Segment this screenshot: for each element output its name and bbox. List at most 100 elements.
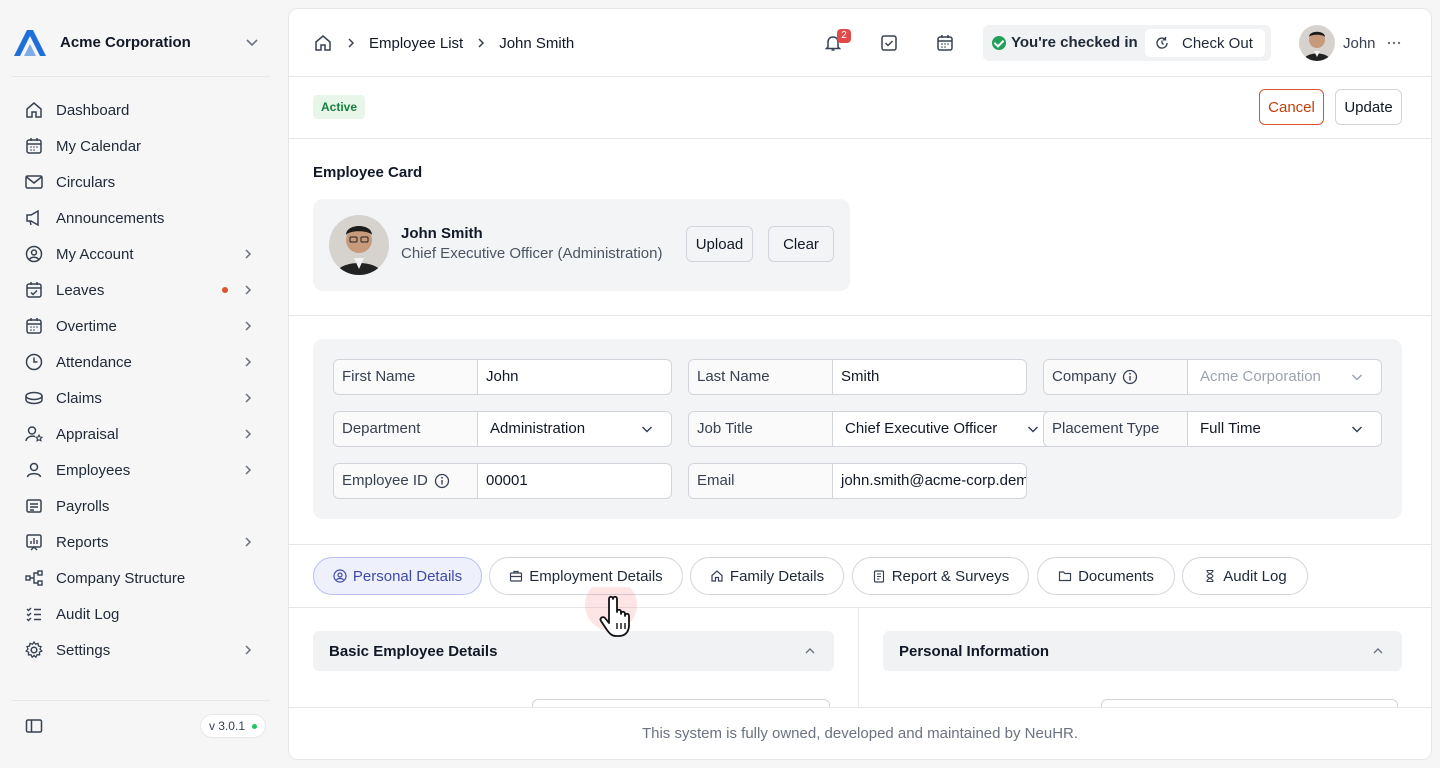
- sidebar-item-overtime[interactable]: Overtime: [12, 308, 270, 344]
- footer-text: This system is fully owned, developed an…: [641, 725, 1079, 742]
- clear-photo-button[interactable]: Clear: [768, 226, 834, 262]
- chevron-right-icon: [245, 393, 252, 403]
- mail-icon: [25, 175, 43, 189]
- job-title-value: Chief Executive Officer: [845, 420, 998, 437]
- department-select[interactable]: Administration: [478, 412, 671, 446]
- gear-icon: [25, 640, 43, 659]
- company-logo-icon: [14, 30, 46, 56]
- sidebar-item-label: My Calendar: [56, 137, 142, 155]
- check-out-button[interactable]: Check Out: [1145, 29, 1265, 57]
- sidebar-item-settings[interactable]: Settings: [12, 632, 270, 668]
- home-icon[interactable]: [313, 33, 333, 53]
- version-label: v 3.0.1: [208, 719, 245, 733]
- chevron-down-icon: [641, 426, 653, 433]
- chevron-right-icon: [245, 357, 252, 367]
- section-title: Basic Employee Details: [329, 642, 498, 660]
- check-circle-icon: [992, 36, 1006, 50]
- chevron-down-icon: [1027, 426, 1039, 433]
- info-icon[interactable]: [434, 473, 450, 489]
- placement-type-field: Placement Type Full Time: [1043, 411, 1382, 447]
- notification-dot: [222, 287, 228, 293]
- sidebar-item-attendance[interactable]: Attendance: [12, 344, 270, 380]
- chevron-down-icon[interactable]: [242, 32, 262, 52]
- check-out-label: Check Out: [1182, 34, 1253, 52]
- home-icon: [26, 102, 42, 118]
- clock-icon: [25, 353, 43, 371]
- first-name-field: First Name John: [333, 359, 672, 395]
- list-check-icon: [26, 607, 41, 622]
- placement-type-select[interactable]: Full Time: [1188, 412, 1381, 446]
- sidebar-toggle-icon[interactable]: [24, 716, 44, 736]
- chevron-up-icon: [1373, 648, 1383, 654]
- chevron-right-icon: [245, 645, 252, 655]
- last-name-field: Last Name Smith: [688, 359, 1027, 395]
- company-label: Company: [1052, 368, 1117, 385]
- last-name-input[interactable]: Smith: [833, 360, 1026, 394]
- company-label-wrap: Company: [1044, 360, 1188, 394]
- sidebar-item-announcements[interactable]: Announcements: [12, 200, 270, 236]
- sidebar-item-label: Claims: [56, 389, 102, 407]
- cancel-button[interactable]: Cancel: [1259, 89, 1324, 125]
- tab-family-details[interactable]: Family Details: [690, 557, 844, 595]
- main-panel: Employee List John Smith 2 You're checke…: [288, 8, 1432, 760]
- employee-id-input[interactable]: 00001: [478, 464, 671, 498]
- breadcrumb-employee-list[interactable]: Employee List: [369, 35, 463, 52]
- sidebar-item-appraisal[interactable]: Appraisal: [12, 416, 270, 452]
- department-field: Department Administration: [333, 411, 672, 447]
- sidebar-item-label: Overtime: [56, 317, 117, 335]
- tab-documents[interactable]: Documents: [1037, 557, 1175, 595]
- calendar-icon: [26, 138, 42, 154]
- email-input[interactable]: john.smith@acme-corp.demo: [833, 464, 1026, 498]
- sidebar-item-label: Attendance: [56, 353, 132, 371]
- employee-id-field: Employee ID 00001: [333, 463, 672, 499]
- sidebar-item-leaves[interactable]: Leaves: [12, 272, 270, 308]
- sidebar-item-my-calendar[interactable]: My Calendar: [12, 128, 270, 164]
- upload-photo-button[interactable]: Upload: [686, 226, 753, 262]
- organization-name: Acme Corporation: [60, 33, 191, 51]
- sidebar-item-payrolls[interactable]: Payrolls: [12, 488, 270, 524]
- user-name: John: [1343, 34, 1376, 52]
- sidebar-item-circulars[interactable]: Circulars: [12, 164, 270, 200]
- status-badge: Active: [313, 95, 366, 119]
- info-icon[interactable]: [1122, 369, 1138, 385]
- tab-report-surveys[interactable]: Report & Surveys: [852, 557, 1029, 595]
- sidebar-item-label: Announcements: [56, 209, 165, 227]
- sidebar-item-company-structure[interactable]: Company Structure: [12, 560, 270, 596]
- sidebar-item-label: Company Structure: [56, 569, 186, 587]
- sidebar-item-label: Reports: [56, 533, 109, 551]
- divider: [12, 76, 270, 77]
- more-horizontal-icon[interactable]: [1386, 35, 1402, 51]
- sidebar-item-label: Audit Log: [56, 605, 120, 623]
- first-name-input[interactable]: John: [478, 360, 671, 394]
- chevron-right-icon: [245, 249, 252, 259]
- tab-audit-log[interactable]: Audit Log: [1182, 557, 1308, 595]
- sidebar-item-dashboard[interactable]: Dashboard: [12, 92, 270, 128]
- task-check-icon[interactable]: [879, 33, 899, 53]
- calendar-icon[interactable]: [935, 33, 955, 53]
- breadcrumb: Employee List John Smith: [313, 31, 574, 55]
- organization-switcher[interactable]: Acme Corporation: [12, 24, 270, 60]
- update-button[interactable]: Update: [1335, 89, 1402, 125]
- job-title-select[interactable]: Chief Executive Officer: [833, 412, 1057, 446]
- job-title-label: Job Title: [689, 412, 833, 446]
- chevron-right-icon: [245, 321, 252, 331]
- footer: This system is fully owned, developed an…: [289, 707, 1431, 759]
- basic-employee-details-header[interactable]: Basic Employee Details: [313, 631, 834, 671]
- sidebar-item-employees[interactable]: Employees: [12, 452, 270, 488]
- sidebar-item-my-account[interactable]: My Account: [12, 236, 270, 272]
- employee-card-title: Employee Card: [313, 164, 423, 181]
- hourglass-icon: [1206, 569, 1214, 583]
- checkin-status-panel: You're checked in Check Out: [983, 25, 1271, 61]
- sidebar-item-audit-log[interactable]: Audit Log: [12, 596, 270, 632]
- chevron-right-icon: [245, 429, 252, 439]
- department-label: Department: [334, 412, 478, 446]
- sidebar-item-label: Dashboard: [56, 101, 130, 119]
- sidebar-item-reports[interactable]: Reports: [12, 524, 270, 560]
- chart-icon: [26, 534, 42, 551]
- user-menu[interactable]: John: [1299, 25, 1402, 61]
- tab-personal-details[interactable]: Personal Details: [313, 557, 482, 595]
- sidebar-item-claims[interactable]: Claims: [12, 380, 270, 416]
- tab-label: Documents: [1078, 567, 1154, 585]
- personal-information-header[interactable]: Personal Information: [883, 631, 1402, 671]
- breadcrumb-current: John Smith: [499, 34, 575, 52]
